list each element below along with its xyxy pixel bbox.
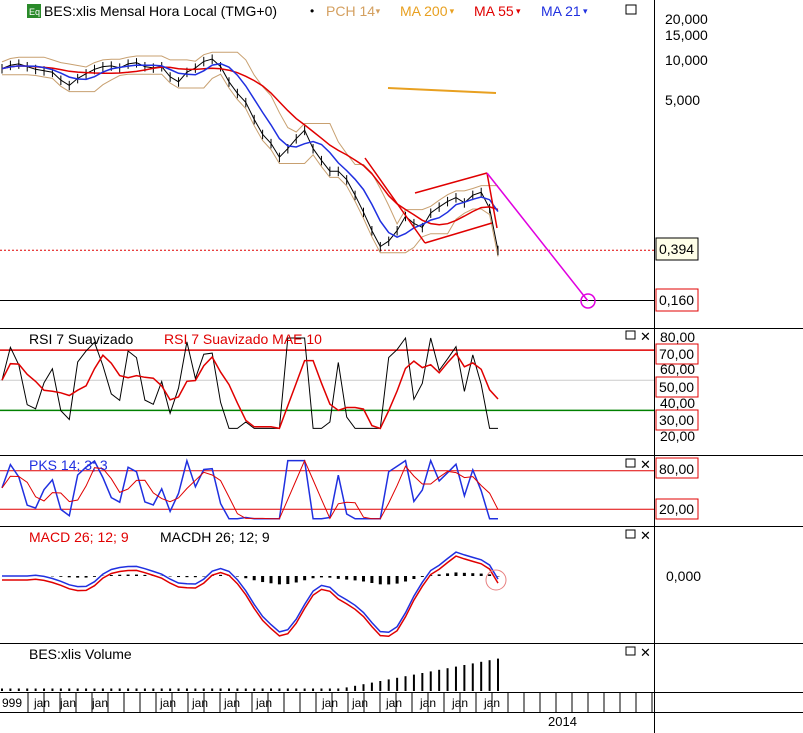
pks-maximize-icon[interactable] [625,458,636,468]
macdh-title: MACDH 26; 12; 9 [160,529,270,545]
indicator-legend[interactable]: PCH 14 ▾ MA 200 ▾ MA 55 ▾ MA 21 ▾ [326,3,588,19]
price-tick: 15,000 [665,27,708,43]
rsi-tick: 80,00 [660,329,695,345]
rsi-level-label: 70,00 [659,346,694,362]
volume-title: BES:xlis Volume [29,646,132,662]
time-label-first: 999 [2,696,22,710]
time-label: jan [191,696,208,710]
price-tick: 5,000 [665,92,700,108]
pks-level-label: 20,00 [659,501,694,517]
target-price-label: 0,160 [659,292,694,308]
time-label: jan [385,696,402,710]
indicator-label: MA 200 [400,3,448,19]
chart-root: Eq BES:xlis Mensal Hora Local (TMG+0) • … [0,0,803,733]
maximize-icon[interactable] [625,4,637,15]
rsi-ma-title: RSI 7 Suavizado MAE 10 [164,331,322,347]
projection-line [486,172,589,302]
rsi-level-label: 30,00 [659,412,694,428]
indicator-label: PCH 14 [326,3,375,19]
rsi-ma-line [1,352,499,430]
time-label: jan [159,696,176,710]
price-axis: 20,000 15,000 10,000 5,000 0,394 0,160 [655,11,708,312]
last-price-label: 0,394 [659,241,694,257]
time-label: jan [351,696,368,710]
time-label: jan [255,696,272,710]
rsi-maximize-icon[interactable] [625,330,636,340]
dropdown-arrow-icon: ▾ [450,6,455,16]
indicator-label: MA 55 [474,3,514,19]
time-label: jan [59,696,76,710]
macd-title: MACD 26; 12; 9 [29,529,129,545]
pks-close-icon[interactable]: ✕ [640,457,651,472]
eq-badge: Eq [29,7,40,17]
time-label: jan [91,696,108,710]
dropdown-arrow-icon: ▾ [583,6,588,16]
macd-close-icon[interactable]: ✕ [640,528,651,543]
time-label: jan [223,696,240,710]
rsi-close-icon[interactable]: ✕ [640,329,651,344]
dropdown-arrow-icon: ▾ [376,6,381,16]
macd-signal-line [2,555,499,637]
chart-title: BES:xlis Mensal Hora Local (TMG+0) [44,3,277,19]
rsi-title: RSI 7 Suavizado [29,331,133,347]
rsi-panel [0,336,654,430]
dropdown-arrow-icon: ▾ [516,6,521,16]
ma200-line [387,87,497,94]
macd-maximize-icon[interactable] [625,529,636,539]
macd-panel [2,551,507,637]
volume-panel [1,658,499,691]
indicator-dot-icon: • [310,4,314,18]
time-axis: 999 jan jan jan jan jan jan jan jan jan jan jan jan j… [2,693,653,729]
pks-title: PKS 14; 3; 3 [29,457,108,473]
rsi-line [1,336,498,429]
time-label: jan [33,696,50,710]
time-label: jan [321,696,338,710]
pch-lower-line [2,73,499,257]
trend-channel [364,157,498,244]
macd-zero-label: 0,000 [666,568,701,584]
price-tick: 10,000 [665,52,708,68]
rsi-level-label: 50,00 [659,379,694,395]
indicator-label: MA 21 [541,3,581,19]
pks-level-label: 80,00 [659,461,694,477]
volume-maximize-icon[interactable] [625,646,636,656]
year-label: 2014 [548,714,577,729]
price-tick: 20,000 [665,11,708,27]
rsi-axis: 80,00 60,00 40,00 20,00 70,00 50,00 30,0… [655,329,699,444]
volume-close-icon[interactable]: ✕ [640,645,651,660]
macd-line [2,551,499,633]
price-panel [0,51,654,309]
